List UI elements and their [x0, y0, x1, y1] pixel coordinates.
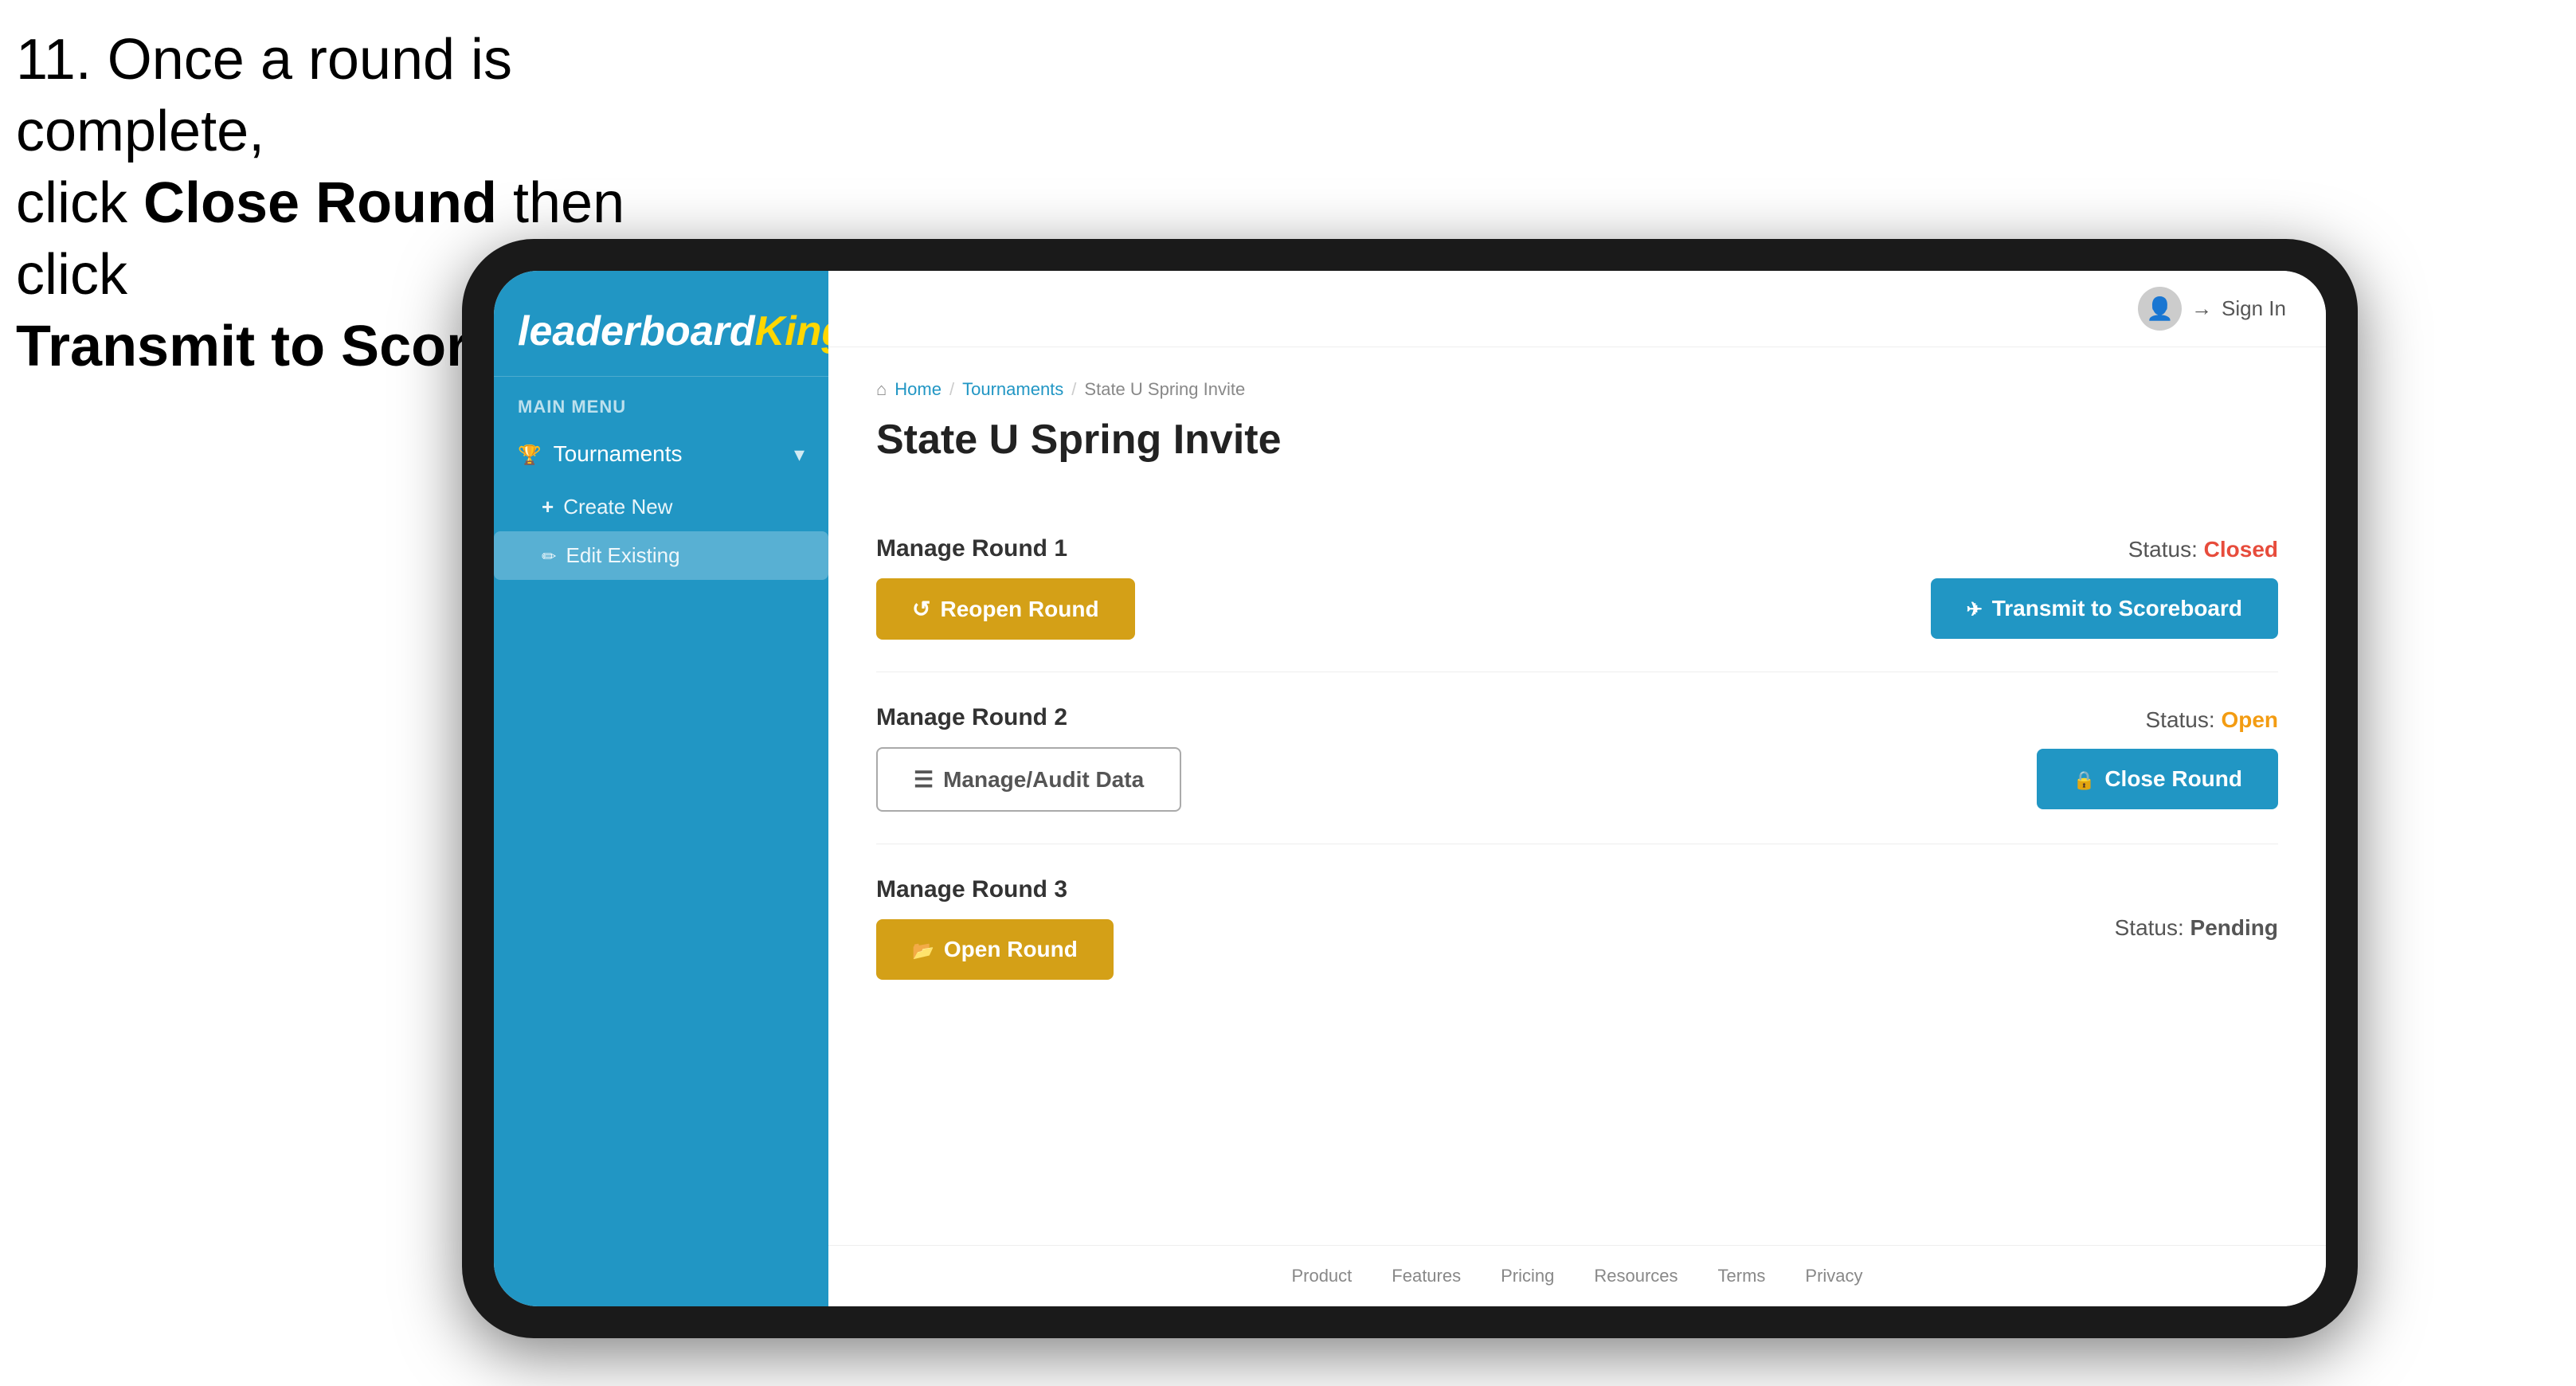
tablet-device: leaderboardKing MAIN MENU Tournaments Cr…: [462, 239, 2358, 1338]
round-1-status: Status: Closed: [2128, 537, 2278, 562]
tournaments-label: Tournaments: [554, 441, 683, 467]
logo-leaderboard: leaderboard: [518, 308, 755, 354]
round-3-status-value: Pending: [2190, 915, 2278, 940]
round-2-status: Status: Open: [2146, 707, 2279, 733]
sidebar-logo: leaderboardKing: [494, 295, 828, 377]
transmit-icon: [1967, 596, 1983, 621]
manage-audit-button[interactable]: Manage/Audit Data: [876, 747, 1181, 812]
footer-product[interactable]: Product: [1291, 1266, 1352, 1286]
user-icon: 👤: [2146, 296, 2174, 322]
reopen-round-label: Reopen Round: [940, 597, 1098, 622]
main-content: 👤 → Sign In ⌂ Home / Tournaments /: [828, 271, 2326, 1306]
create-new-label: Create New: [563, 495, 672, 519]
app-logo: leaderboardKing: [518, 311, 805, 352]
open-round-label: Open Round: [944, 937, 1078, 962]
close-round-label: Close Round: [2104, 766, 2242, 792]
instruction-pre: click: [16, 171, 143, 235]
footer-privacy[interactable]: Privacy: [1805, 1266, 1862, 1286]
sidebar-item-create-new[interactable]: Create New: [494, 483, 828, 531]
reopen-round-button[interactable]: Reopen Round: [876, 578, 1135, 640]
round-3-section: Manage Round 3 Open Round Status: Pendin…: [876, 844, 2278, 1012]
round-1-left: Manage Round 1 Reopen Round: [876, 535, 1135, 640]
trophy-icon: [518, 441, 542, 467]
open-round-icon: [912, 937, 934, 962]
close-round-button[interactable]: Close Round: [2037, 749, 2278, 809]
round-1-section: Manage Round 1 Reopen Round Status: Clos…: [876, 503, 2278, 672]
signin-arrow-icon: →: [2191, 296, 2212, 321]
footer-resources[interactable]: Resources: [1594, 1266, 1678, 1286]
round-1-right: Status: Closed Transmit to Scoreboard: [1931, 537, 2278, 639]
round-1-title: Manage Round 1: [876, 535, 1135, 562]
round-2-status-value: Open: [2221, 707, 2278, 732]
top-bar: 👤 → Sign In: [828, 271, 2326, 347]
main-menu-label: MAIN MENU: [494, 377, 828, 425]
transmit-scoreboard-button[interactable]: Transmit to Scoreboard: [1931, 578, 2278, 639]
sidebar-item-tournaments[interactable]: Tournaments: [494, 425, 828, 483]
instruction-bold1: Close Round: [143, 171, 497, 235]
tournaments-item-left: Tournaments: [518, 441, 683, 467]
chevron-down-icon: [794, 442, 805, 467]
open-round-button[interactable]: Open Round: [876, 919, 1114, 980]
manage-audit-label: Manage/Audit Data: [943, 767, 1144, 793]
round-3-status: Status: Pending: [2115, 915, 2278, 941]
content-area: ⌂ Home / Tournaments / State U Spring In…: [828, 347, 2326, 1245]
instruction-line1: 11. Once a round is complete,: [16, 24, 733, 167]
close-icon: [2073, 766, 2095, 792]
breadcrumb-sep2: /: [1071, 379, 1076, 400]
app-layout: leaderboardKing MAIN MENU Tournaments Cr…: [494, 271, 2326, 1306]
sidebar: leaderboardKing MAIN MENU Tournaments Cr…: [494, 271, 828, 1306]
round-2-section: Manage Round 2 Manage/Audit Data Status:…: [876, 672, 2278, 844]
breadcrumb-home-link[interactable]: Home: [895, 379, 942, 400]
edit-existing-label: Edit Existing: [566, 543, 680, 568]
round-2-title: Manage Round 2: [876, 704, 1181, 731]
sidebar-item-edit-existing[interactable]: Edit Existing: [494, 531, 828, 580]
pencil-icon: [542, 543, 557, 568]
transmit-scoreboard-label: Transmit to Scoreboard: [1992, 596, 2242, 621]
round-3-title: Manage Round 3: [876, 876, 1114, 903]
footer-terms[interactable]: Terms: [1718, 1266, 1766, 1286]
round-3-left: Manage Round 3 Open Round: [876, 876, 1114, 980]
breadcrumb-home-icon: ⌂: [876, 379, 887, 400]
footer: Product Features Pricing Resources Terms…: [828, 1245, 2326, 1306]
breadcrumb: ⌂ Home / Tournaments / State U Spring In…: [876, 379, 2278, 400]
breadcrumb-current: State U Spring Invite: [1084, 379, 1245, 400]
breadcrumb-sep1: /: [949, 379, 954, 400]
audit-icon: [914, 766, 934, 793]
sign-in-label: Sign In: [2222, 296, 2286, 321]
tablet-screen: leaderboardKing MAIN MENU Tournaments Cr…: [494, 271, 2326, 1306]
sign-in-area[interactable]: 👤 → Sign In: [2138, 287, 2286, 331]
avatar: 👤: [2138, 287, 2182, 331]
round-2-right: Status: Open Close Round: [2037, 707, 2278, 809]
round-2-left: Manage Round 2 Manage/Audit Data: [876, 704, 1181, 812]
footer-features[interactable]: Features: [1392, 1266, 1461, 1286]
round-3-right: Status: Pending: [2115, 915, 2278, 941]
page-title: State U Spring Invite: [876, 416, 2278, 464]
reopen-icon: [912, 596, 930, 622]
plus-icon: [542, 495, 554, 519]
footer-pricing[interactable]: Pricing: [1501, 1266, 1554, 1286]
round-1-status-value: Closed: [2204, 537, 2278, 562]
breadcrumb-tournaments-link[interactable]: Tournaments: [962, 379, 1063, 400]
